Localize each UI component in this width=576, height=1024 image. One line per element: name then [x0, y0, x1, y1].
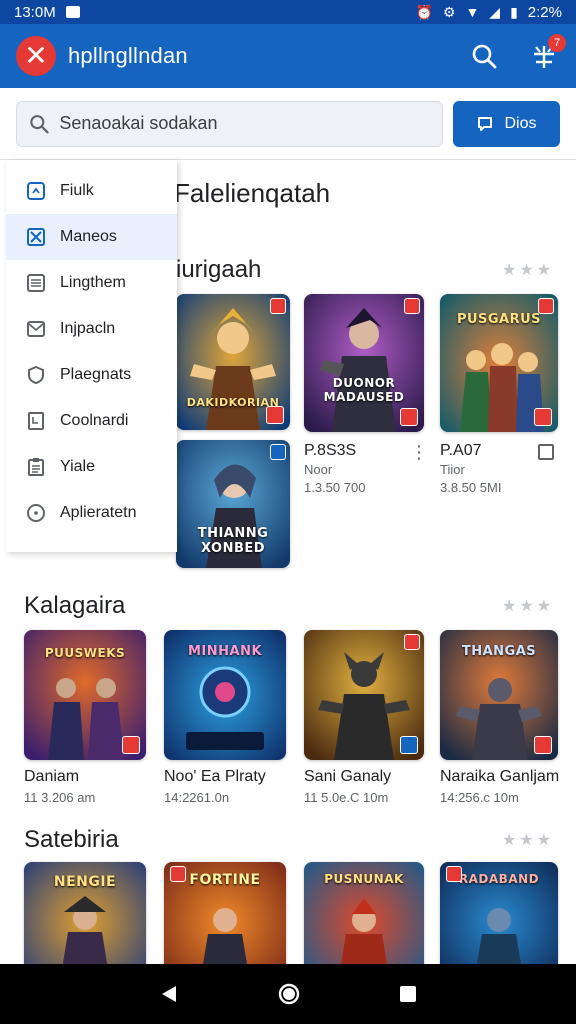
game-tile[interactable]: NENGIE	[24, 862, 146, 964]
card-meta: 14:256.c 10m	[440, 790, 519, 805]
rating-stars: ★★★	[501, 598, 554, 615]
crossed-tools-icon	[26, 227, 46, 247]
game-tile[interactable]: MINHANK	[164, 630, 286, 760]
list-icon	[26, 273, 46, 293]
corner-badge	[404, 634, 420, 650]
battery-icon: ▮	[510, 3, 518, 20]
notifications-button[interactable]: 7	[528, 34, 566, 72]
navigation-drawer: Fiulk Maneos Lingthem Injpacln Plaegnats…	[6, 160, 177, 552]
shield-icon	[26, 365, 46, 385]
chat-icon	[478, 116, 493, 131]
clipboard-icon	[26, 457, 46, 477]
game-tile[interactable]: PUSGARUS	[440, 294, 558, 432]
notification-icon	[65, 6, 80, 18]
game-tile[interactable]: RADABAND	[440, 862, 558, 964]
rating-stars: ★★★	[501, 832, 554, 849]
game-tile[interactable]	[304, 630, 424, 760]
tile-badge	[400, 408, 418, 426]
tile-badge	[122, 736, 140, 754]
corner-badge	[404, 298, 420, 314]
rating-stars: ★★★	[501, 262, 554, 279]
game-tile[interactable]: THANGAS	[440, 630, 558, 760]
search-input[interactable]	[59, 113, 430, 134]
card-name: Sani Ganaly	[304, 768, 392, 785]
search-box[interactable]	[16, 100, 443, 147]
search-icon	[30, 114, 49, 133]
tile-badge	[534, 408, 552, 426]
notification-badge: 7	[548, 34, 566, 52]
search-submit-button[interactable]: Dios	[453, 100, 560, 147]
drawer-item-aplieratetn[interactable]: Aplieratetn	[6, 490, 177, 536]
puzzle-icon	[26, 181, 46, 201]
game-tile[interactable]: THIANNG XONBED	[176, 440, 290, 568]
recents-icon[interactable]	[398, 984, 418, 1004]
app-bar: ✕ hpllngllndan 7	[0, 24, 576, 88]
card-name: P.A07	[440, 442, 482, 459]
book-icon	[26, 411, 46, 431]
drawer-item-plaegnats[interactable]: Plaegnats	[6, 352, 177, 398]
alarm-icon: ⏰	[415, 3, 433, 20]
bookmark-icon[interactable]	[538, 444, 554, 460]
corner-badge	[170, 866, 186, 882]
wifi-icon: ▼	[465, 4, 480, 20]
compass-icon	[26, 503, 46, 523]
search-row: Dios	[0, 88, 576, 160]
card-meta: 14:2261.0n	[164, 790, 230, 805]
tile-badge	[266, 406, 284, 424]
card-meta: 11 5.0e.C 10m	[304, 790, 389, 805]
search-button[interactable]	[468, 40, 500, 72]
search-button-label: Dios	[504, 114, 537, 132]
tile-badge	[400, 736, 418, 754]
game-tile[interactable]: DUONOR MADAUSED	[304, 294, 424, 432]
card-meta: 1.3.50 700	[304, 480, 366, 495]
home-icon[interactable]	[277, 982, 301, 1006]
corner-badge	[270, 298, 286, 314]
card-meta: 11 3.206 am	[24, 790, 96, 805]
drawer-item-lingthem[interactable]: Lingthem	[6, 260, 177, 306]
corner-badge	[270, 444, 286, 460]
card-meta: 3.8.50 5MI	[440, 480, 502, 495]
back-icon[interactable]	[158, 983, 180, 1005]
game-tile[interactable]: PUUSWEKS	[24, 630, 146, 760]
more-options-icon[interactable]: ⋮	[410, 442, 428, 463]
search-icon	[472, 44, 497, 69]
status-bar: 13:0M ⏰ ⚙ ▼ ◢ ▮ 2:2%	[0, 0, 576, 24]
card-subtitle: Noor	[304, 462, 333, 477]
drawer-item-maneos[interactable]: Maneos	[6, 214, 177, 260]
drawer-item-injpacln[interactable]: Injpacln	[6, 306, 177, 352]
section-title: Satebiria	[24, 826, 119, 853]
section-title: iurigaah	[176, 256, 262, 283]
signal-icon: ◢	[489, 3, 501, 20]
card-name: Daniam	[24, 768, 80, 785]
drawer-item-coolnardi[interactable]: Coolnardi	[6, 398, 177, 444]
clock: 13:0M	[14, 3, 56, 21]
corner-badge	[446, 866, 462, 882]
card-name: P.8S3S	[304, 442, 357, 459]
battery-text: 2:2%	[527, 3, 562, 21]
card-name: Noo' Ea Plraty	[164, 768, 266, 785]
app-title: hpllngllndan	[68, 43, 188, 68]
vibrate-icon: ⚙	[442, 3, 456, 20]
game-tile[interactable]: DAKIDKORIAN	[176, 294, 290, 430]
drawer-item-yiale[interactable]: Yiale	[6, 444, 177, 490]
app-logo-icon[interactable]: ✕	[16, 36, 56, 76]
game-tile[interactable]: PUSNUNAK	[304, 862, 424, 964]
card-subtitle: Tiior	[440, 462, 465, 477]
system-navigation-bar	[0, 964, 576, 1024]
section-title: Kalagaira	[24, 592, 126, 619]
game-tile[interactable]: FORTINE	[164, 862, 286, 964]
envelope-icon	[26, 319, 46, 339]
page-title: Falelienqatah	[174, 178, 331, 208]
tile-badge	[534, 736, 552, 754]
drawer-item-fiulk[interactable]: Fiulk	[6, 168, 177, 214]
card-name: Naraika Ganljam	[440, 768, 560, 785]
corner-badge	[538, 298, 554, 314]
